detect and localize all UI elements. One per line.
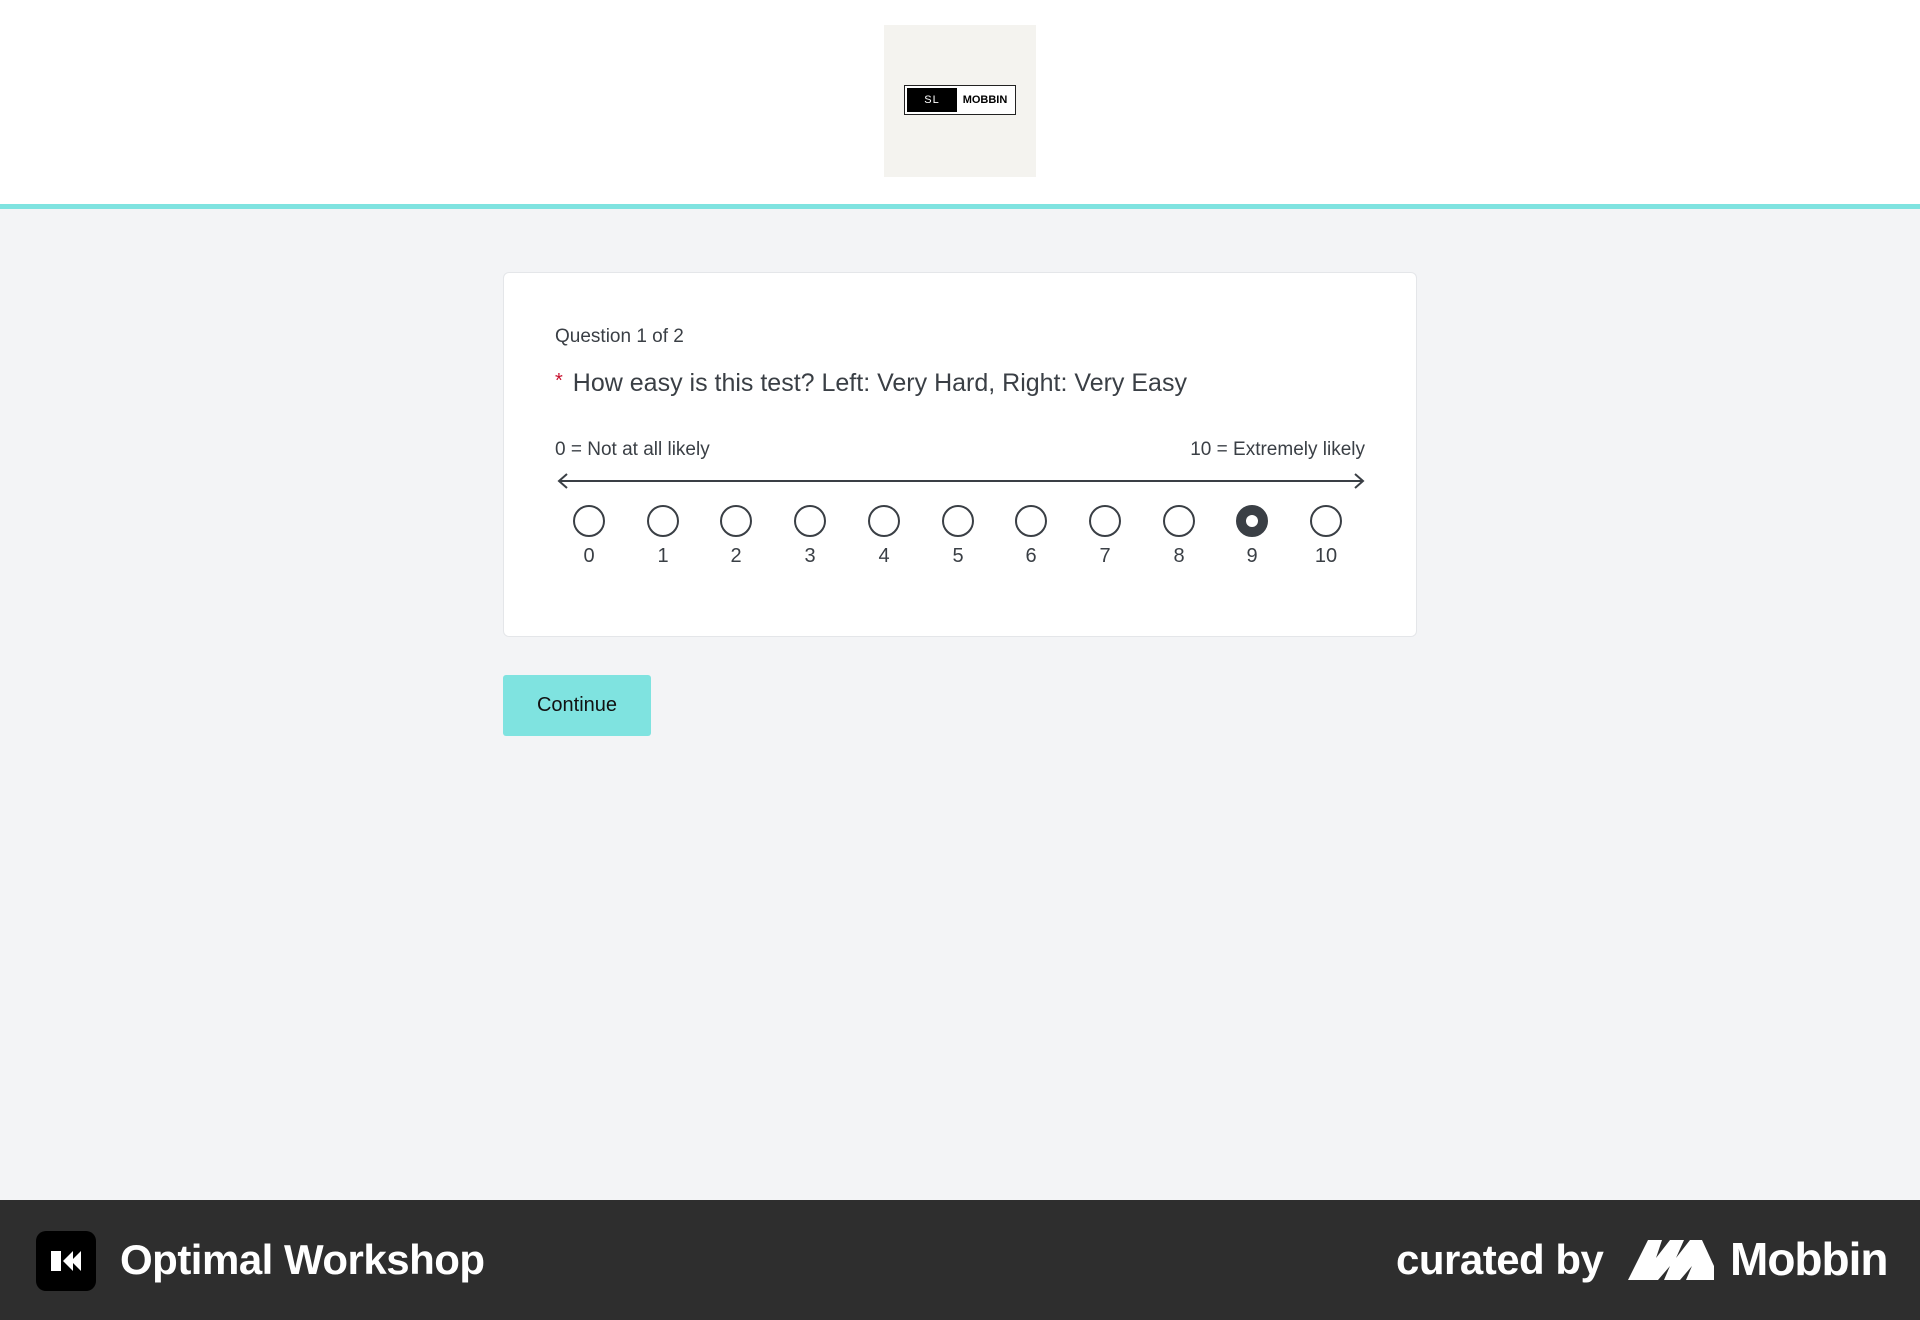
mobbin-logo-icon — [1628, 1240, 1714, 1280]
scale-option-9[interactable]: 9 — [1232, 505, 1272, 585]
logo-left-text: SL — [907, 88, 957, 112]
radio-button[interactable] — [868, 505, 900, 537]
scale-option-0[interactable]: 0 — [569, 505, 609, 585]
question-card: Question 1 of 2 * How easy is this test? … — [503, 272, 1417, 637]
question-text: How easy is this test? Left: Very Hard, … — [572, 369, 1187, 397]
radio-button[interactable] — [942, 505, 974, 537]
scale-option-label: 0 — [583, 545, 595, 567]
radio-button[interactable] — [1089, 505, 1121, 537]
footer: Optimal Workshop curated by Mobbin — [0, 1200, 1920, 1320]
question-counter: Question 1 of 2 — [555, 326, 684, 347]
radio-button[interactable] — [1310, 505, 1342, 537]
logo-badge: SL MOBBIN — [904, 85, 1016, 115]
radio-button[interactable] — [1236, 505, 1268, 537]
mobbin-brand-name: Mobbin — [1730, 1233, 1888, 1285]
required-marker: * — [555, 370, 563, 392]
radio-button[interactable] — [720, 505, 752, 537]
scale-option-label: 7 — [1099, 545, 1111, 567]
curated-by-text: curated by — [1396, 1236, 1604, 1283]
scale-option-4[interactable]: 4 — [864, 505, 904, 585]
question-title: * How easy is this test? Left: Very Hard,… — [555, 369, 1187, 398]
scale-min-label: 0 = Not at all likely — [555, 439, 710, 460]
scale-option-label: 9 — [1246, 545, 1258, 567]
continue-button[interactable]: Continue — [503, 675, 651, 736]
app-name: Optimal Workshop — [120, 1236, 485, 1283]
scale-option-2[interactable]: 2 — [716, 505, 756, 585]
scale-option-label: 2 — [730, 545, 742, 567]
radio-button[interactable] — [647, 505, 679, 537]
radio-button[interactable] — [1015, 505, 1047, 537]
scale-option-5[interactable]: 5 — [938, 505, 978, 585]
scale-option-label: 3 — [804, 545, 816, 567]
radio-button[interactable] — [1163, 505, 1195, 537]
scale-option-10[interactable]: 10 — [1306, 505, 1346, 585]
scale-option-label: 4 — [878, 545, 890, 567]
optimal-workshop-app-icon — [36, 1231, 96, 1291]
scale-option-label: 10 — [1314, 545, 1338, 567]
scale-option-1[interactable]: 1 — [643, 505, 683, 585]
scale-option-3[interactable]: 3 — [790, 505, 830, 585]
scale-max-label: 10 = Extremely likely — [1190, 439, 1365, 460]
scale-arrow-icon — [557, 473, 1365, 489]
scale-options: 0 1 2 3 4 5 6 7 8 9 10 — [569, 505, 1360, 585]
header: SL MOBBIN — [0, 0, 1920, 209]
scale-option-label: 8 — [1173, 545, 1185, 567]
scale-option-8[interactable]: 8 — [1159, 505, 1199, 585]
radio-button[interactable] — [573, 505, 605, 537]
scale-option-7[interactable]: 7 — [1085, 505, 1125, 585]
scale-option-label: 6 — [1025, 545, 1037, 567]
scale-option-label: 5 — [952, 545, 964, 567]
radio-button[interactable] — [794, 505, 826, 537]
company-logo: SL MOBBIN — [884, 25, 1036, 177]
scale-option-label: 1 — [657, 545, 669, 567]
scale-option-6[interactable]: 6 — [1011, 505, 1051, 585]
logo-right-text: MOBBIN — [962, 94, 1008, 106]
